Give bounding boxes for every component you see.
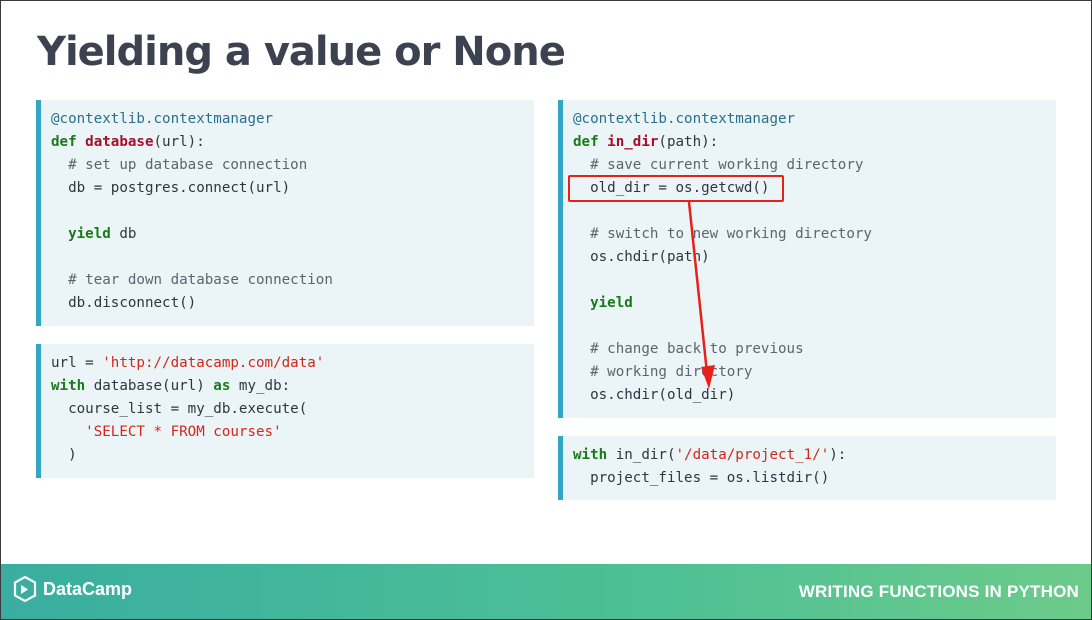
course-title: WRITING FUNCTIONS IN PYTHON bbox=[798, 582, 1079, 601]
brand-name: DataCamp bbox=[43, 578, 133, 599]
slide: Yielding a value or None @contextlib.con… bbox=[0, 0, 1092, 620]
datacamp-logo[interactable]: DataCamp bbox=[13, 576, 132, 602]
annotation-arrow bbox=[687, 201, 715, 389]
footer-bar: DataCamp WRITING FUNCTIONS IN PYTHON bbox=[1, 564, 1091, 619]
datacamp-logo-icon bbox=[13, 576, 37, 602]
annotation-arrow-line bbox=[687, 201, 709, 374]
annotation-arrow-head bbox=[701, 365, 715, 389]
